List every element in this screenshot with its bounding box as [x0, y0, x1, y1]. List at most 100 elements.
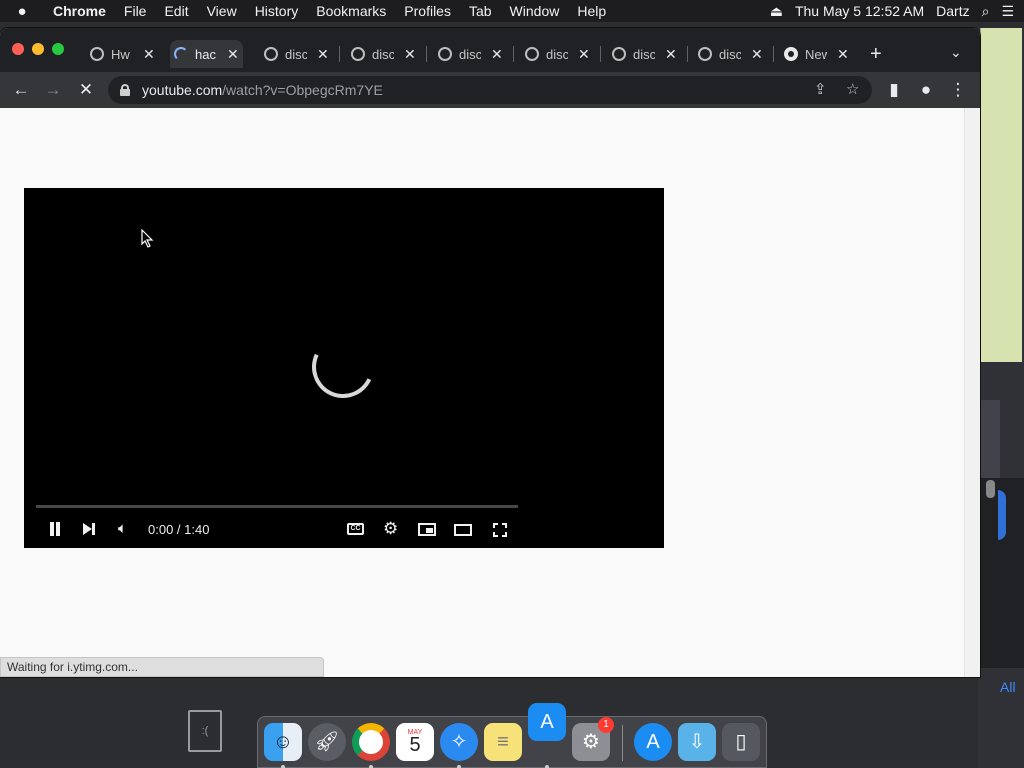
menu-bar: ● Chrome File Edit View History Bookmark…	[0, 0, 1024, 22]
tab-8[interactable]: disc ✕	[698, 40, 763, 68]
tab-separator	[773, 46, 774, 62]
theater-mode-button[interactable]	[454, 524, 472, 536]
tab-9[interactable]: New ✕	[784, 40, 849, 68]
tab-5[interactable]: disc ✕	[438, 40, 503, 68]
launchpad-icon[interactable]: 🚀︎	[308, 723, 346, 761]
mouse-cursor-icon	[141, 229, 154, 248]
menu-kebab-icon[interactable]: ⋮	[946, 78, 970, 102]
apple-logo-icon[interactable]: ●	[0, 3, 44, 20]
menu-history[interactable]: History	[246, 3, 308, 19]
close-icon[interactable]: ✕	[227, 46, 239, 63]
globe-icon	[612, 47, 626, 61]
side-panel-icon[interactable]: ▮	[882, 78, 906, 102]
subtitles-button[interactable]: CC	[347, 523, 364, 535]
background-link-all[interactable]: All	[1000, 679, 1016, 695]
fullscreen-button[interactable]	[493, 523, 507, 537]
tab-4[interactable]: disc ✕	[351, 40, 416, 68]
spotlight-search-icon[interactable]: ⌕	[982, 3, 990, 20]
tab-separator	[426, 46, 427, 62]
lock-icon[interactable]	[120, 84, 130, 96]
close-icon[interactable]: ✕	[317, 46, 329, 63]
menu-file[interactable]: File	[115, 3, 156, 19]
close-icon[interactable]: ✕	[404, 46, 416, 63]
tab-separator	[513, 46, 514, 62]
volume-icon[interactable]: 🔈︎	[118, 519, 127, 539]
notification-badge: 1	[598, 717, 614, 733]
menu-help[interactable]: Help	[568, 3, 615, 19]
missing-document-icon[interactable]: :(	[188, 710, 222, 752]
menu-edit[interactable]: Edit	[155, 3, 197, 19]
close-icon[interactable]: ✕	[491, 46, 503, 63]
back-button[interactable]: ←	[9, 78, 33, 102]
url-path: /watch?v=ObpegcRm7YE	[222, 82, 383, 98]
url-host: youtube.com	[142, 82, 223, 98]
profile-avatar-icon[interactable]: ●	[914, 78, 938, 102]
background-panel	[980, 400, 1000, 478]
app-store-downloads-icon[interactable]: A	[634, 723, 672, 761]
page-scrollbar[interactable]	[964, 108, 980, 677]
menu-app-name[interactable]: Chrome	[44, 3, 115, 19]
dock: ☺ 🚀︎ 5 MAY ✧ ≡ A ⚙ 1 A ⇩ ▯	[257, 703, 767, 768]
system-preferences-icon[interactable]: ⚙ 1	[572, 717, 614, 761]
menu-tab[interactable]: Tab	[460, 3, 501, 19]
globe-icon	[698, 47, 712, 61]
forward-button[interactable]: →	[41, 78, 65, 102]
safari-icon[interactable]: ✧	[440, 723, 478, 761]
downloads-folder-icon[interactable]: ⇩	[678, 723, 716, 761]
share-icon[interactable]: ⇪	[814, 80, 827, 98]
trash-icon[interactable]: ▯	[722, 723, 760, 761]
notes-icon[interactable]: ≡	[484, 723, 522, 761]
tab-1[interactable]: Hw ✕	[90, 40, 155, 68]
tab-search-chevron-icon[interactable]: ⌄	[950, 44, 962, 61]
background-scrollbar	[986, 480, 995, 498]
pause-button[interactable]	[48, 522, 62, 536]
page-viewport: 🔈︎ 0:00 / 1:40 CC ⚙	[0, 108, 964, 677]
menu-window[interactable]: Window	[501, 3, 569, 19]
globe-icon	[264, 47, 278, 61]
menu-view[interactable]: View	[198, 3, 246, 19]
chrome-icon[interactable]	[352, 723, 390, 761]
settings-gear-icon[interactable]: ⚙	[383, 519, 398, 539]
menu-bookmarks[interactable]: Bookmarks	[307, 3, 395, 19]
close-icon[interactable]: ✕	[837, 46, 849, 63]
app-store-icon[interactable]: A	[528, 703, 566, 741]
close-window-button[interactable]	[12, 43, 24, 55]
menu-user[interactable]: Dartz	[936, 3, 969, 19]
address-bar[interactable]: youtube.com/watch?v=ObpegcRm7YE ⇪ ☆	[108, 76, 872, 104]
status-bubble: Waiting for i.ytimg.com...	[0, 657, 324, 677]
menu-clock[interactable]: Thu May 5 12:52 AM	[795, 3, 924, 19]
minimize-window-button[interactable]	[32, 43, 44, 55]
next-video-button[interactable]	[82, 522, 96, 536]
globe-icon	[525, 47, 539, 61]
bookmark-star-icon[interactable]: ☆	[846, 80, 859, 98]
menu-profiles[interactable]: Profiles	[395, 3, 460, 19]
eject-icon[interactable]: ⏏	[770, 3, 783, 20]
new-tab-button[interactable]: +	[870, 44, 882, 64]
video-player[interactable]: 🔈︎ 0:00 / 1:40 CC ⚙	[24, 188, 664, 548]
calendar-month: MAY	[407, 729, 423, 736]
tab-2-active[interactable]: hac ✕	[170, 40, 243, 68]
zoom-window-button[interactable]	[52, 43, 64, 55]
globe-icon	[90, 47, 104, 61]
tab-title: New	[805, 46, 827, 62]
close-icon[interactable]: ✕	[578, 46, 590, 63]
finder-icon[interactable]: ☺	[264, 723, 302, 761]
background-window	[980, 28, 1022, 362]
tab-title: disc	[285, 46, 307, 62]
miniplayer-button[interactable]	[418, 523, 436, 536]
close-icon[interactable]: ✕	[665, 46, 677, 63]
control-center-icon[interactable]: ☰	[1001, 3, 1014, 20]
tab-title: disc	[546, 46, 568, 62]
tab-3[interactable]: disc ✕	[264, 40, 329, 68]
calendar-icon[interactable]: 5 MAY	[396, 723, 434, 761]
progress-bar[interactable]	[36, 505, 518, 508]
close-icon[interactable]: ✕	[751, 46, 763, 63]
close-icon[interactable]: ✕	[143, 46, 155, 63]
stop-loading-button[interactable]: ✕	[74, 78, 98, 102]
menu-bar-status: ⏏ Thu May 5 12:52 AM Dartz ⌕ ☰	[770, 0, 1024, 22]
dock-separator	[622, 725, 623, 761]
tab-title: Hw	[111, 46, 130, 62]
tab-7[interactable]: disc ✕	[612, 40, 677, 68]
tab-title: disc	[372, 46, 394, 62]
tab-6[interactable]: disc ✕	[525, 40, 590, 68]
